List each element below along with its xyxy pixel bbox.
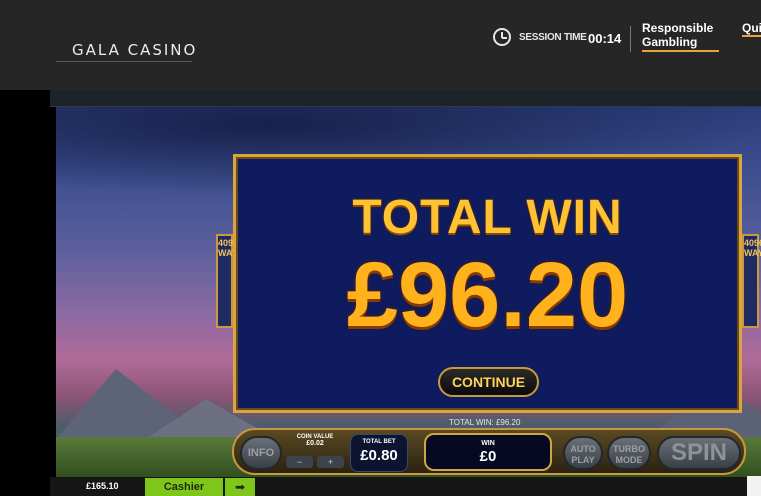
gala-casino-logo[interactable]: GALA CASINO (72, 41, 197, 59)
info-button[interactable]: INFO (240, 436, 282, 470)
quick-deposit-link[interactable]: Quick Deposit (742, 21, 761, 37)
turbo-mode-button[interactable]: TURBO MODE (607, 436, 651, 470)
win-label: WIN (481, 440, 495, 447)
coin-value-control: COIN VALUE £0.02 − + (284, 434, 346, 472)
spin-button[interactable]: SPIN (657, 436, 741, 470)
ways-badge-left: 4096 WAYS (216, 234, 244, 328)
coin-decrease-button[interactable]: − (286, 456, 313, 468)
total-bet-label: TOTAL BET (362, 439, 396, 445)
game-control-bar: INFO COIN VALUE £0.02 − + TOTAL BET £0.8… (232, 428, 746, 475)
header-divider (630, 26, 631, 52)
clock-icon (493, 28, 511, 46)
coin-stepper: − + (286, 456, 344, 468)
game-top-bar (50, 90, 761, 107)
total-win-title: TOTAL WIN (352, 191, 623, 244)
session-time-value: 00:14 (588, 31, 622, 46)
win-display: WIN £0 (424, 433, 552, 471)
total-bet-value: £0.80 (360, 447, 398, 464)
corner-widget[interactable] (747, 476, 761, 496)
coin-value: £0.02 (306, 440, 324, 447)
balance-display: £165.10 (86, 481, 119, 491)
coin-increase-button[interactable]: + (317, 456, 344, 468)
ways-badge-right: 4096 WAYS (742, 234, 761, 328)
cashier-button[interactable]: Cashier (145, 478, 223, 496)
session-time-label: SESSION TIME (519, 32, 587, 43)
cashier-arrow-icon[interactable]: ➡ (225, 478, 255, 496)
win-value: £0 (479, 448, 497, 465)
total-bet-display: TOTAL BET £0.80 (350, 434, 408, 472)
ways-text: 4096 WAYS (744, 238, 761, 258)
logo-underline (56, 61, 192, 62)
total-win-status: TOTAL WIN: £96.20 (449, 418, 521, 427)
autoplay-button[interactable]: AUTO PLAY (563, 436, 603, 470)
continue-button[interactable]: CONTINUE (438, 367, 539, 397)
responsible-gambling-link[interactable]: Responsible Gambling (642, 21, 719, 52)
total-win-panel: TOTAL WIN £96.20 CONTINUE (233, 154, 742, 413)
total-win-amount: £96.20 (346, 244, 629, 346)
